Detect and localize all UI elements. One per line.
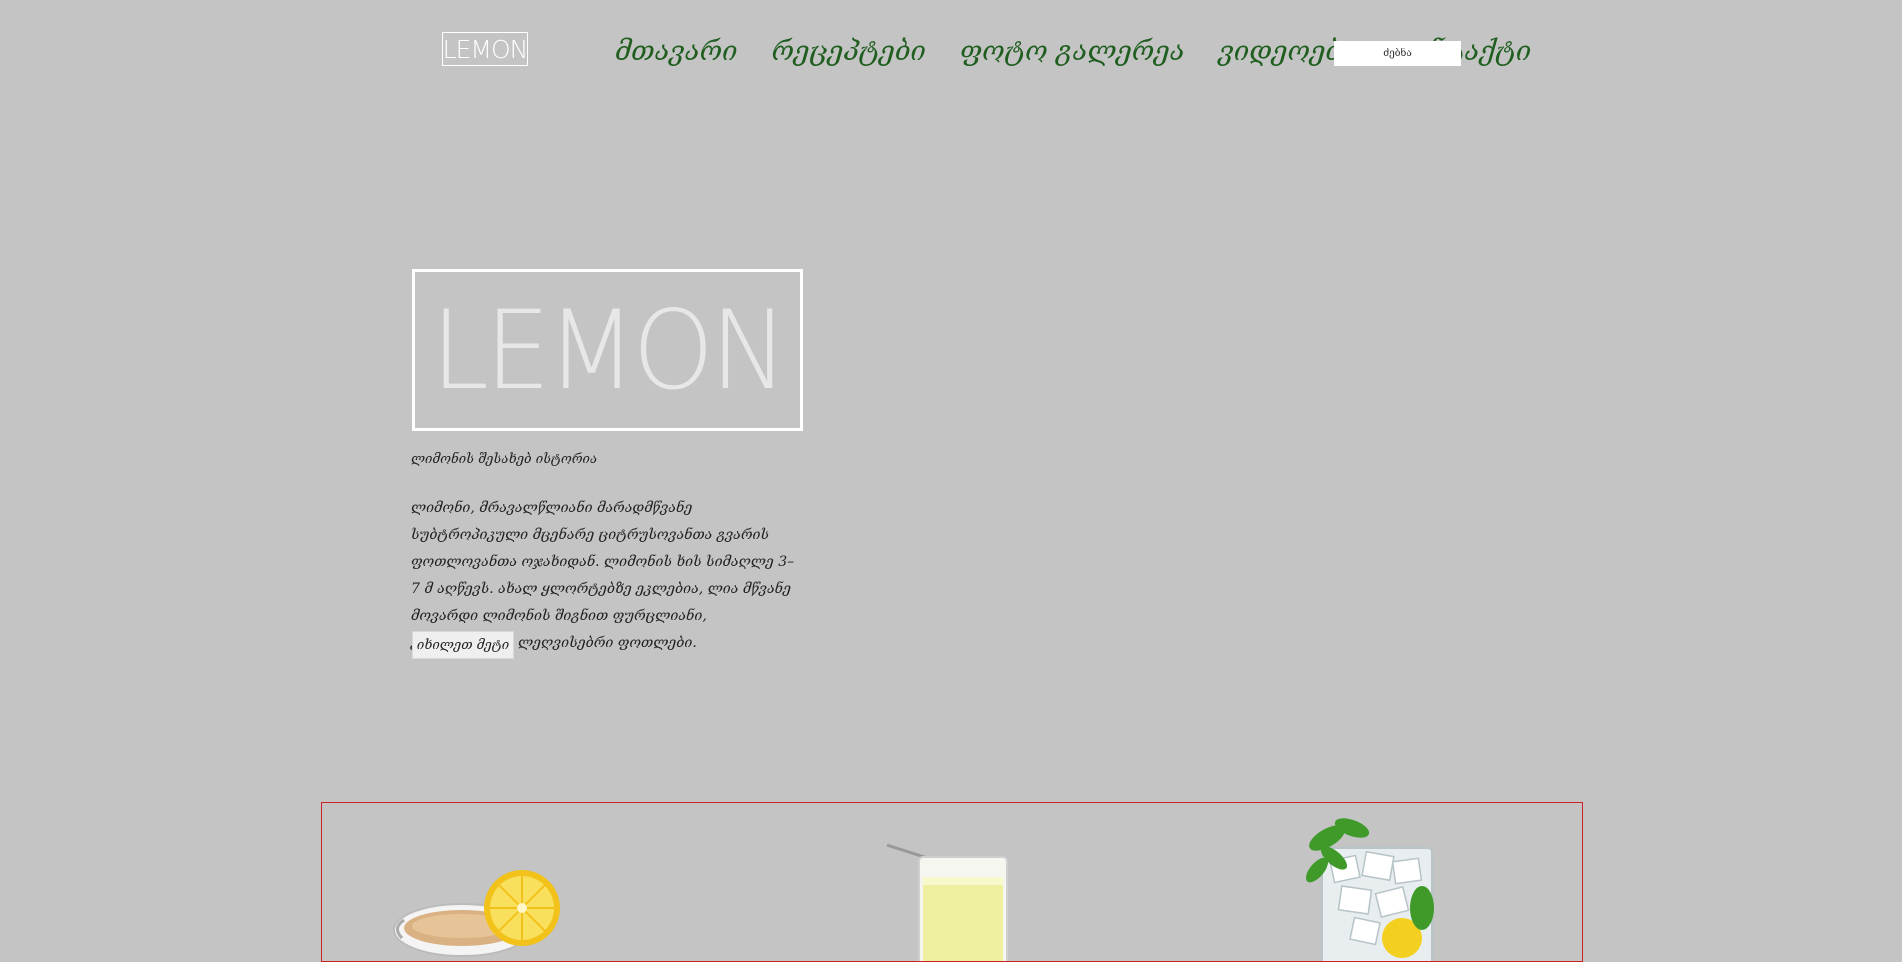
nav-item-home[interactable]: მთავარი [615,24,738,80]
search-input[interactable] [1334,41,1461,66]
hero-logo: LEMON [412,269,803,431]
lemonade-glass-image[interactable] [877,843,1017,962]
products-strip [321,802,1583,962]
nav-item-photo-gallery[interactable]: ფოტო გალერეა [960,24,1185,80]
hero-logo-text: LEMON [430,285,788,415]
header-logo[interactable]: LEMON [442,32,528,66]
mint-lemonade-image[interactable] [1282,808,1462,962]
hero-subtitle: ლიმონის შესახებ ისტორია [411,452,598,467]
lemon-tea-image[interactable] [382,868,582,962]
read-more-button[interactable]: იხილეთ მეტი [412,631,514,659]
nav-item-recipes[interactable]: რეცეპტები [772,24,926,80]
